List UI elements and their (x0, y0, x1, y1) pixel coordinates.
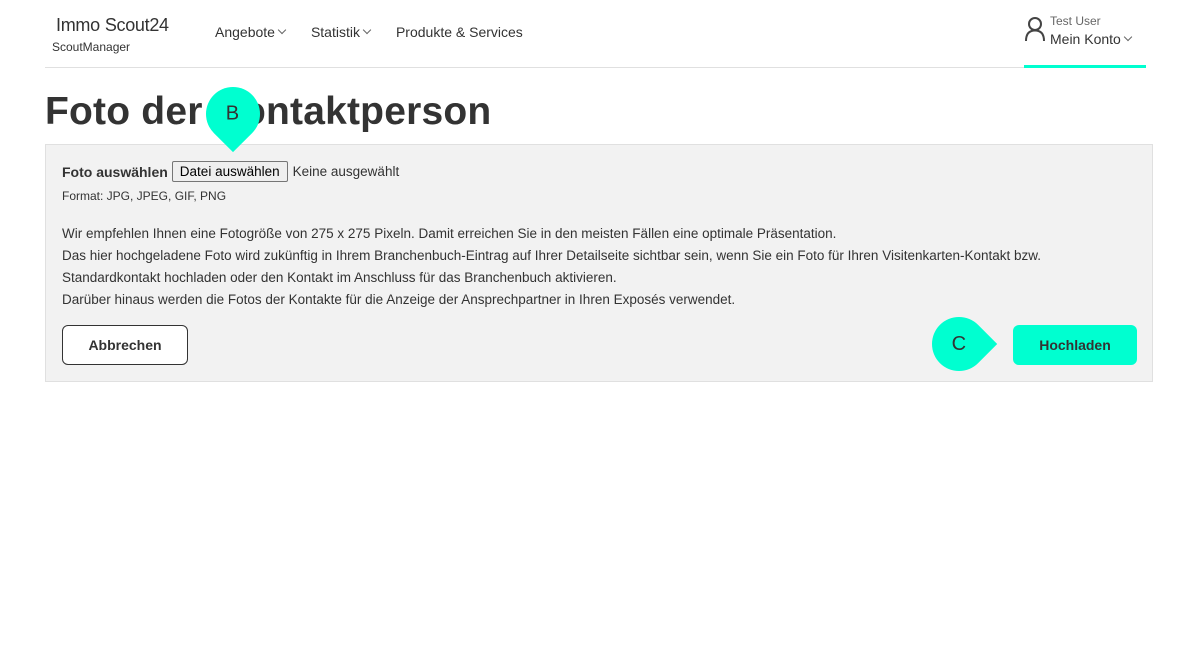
cancel-button[interactable]: Abbrechen (62, 325, 188, 365)
nav-item-angebote[interactable]: Angebote (215, 24, 287, 40)
info-text: Wir empfehlen Ihnen eine Fotogröße von 2… (62, 223, 1041, 311)
chevron-down-icon (362, 25, 372, 35)
chevron-down-icon (277, 25, 287, 35)
nav-item-label: Angebote (215, 24, 275, 40)
nav-item-statistik[interactable]: Statistik (310, 24, 372, 40)
immoscout24-logo[interactable]: Immo Scout24 ScoutManager (52, 13, 182, 57)
account-label-row: Mein Konto (1050, 31, 1133, 47)
top-header: Immo Scout24 ScoutManager Angebote Statis… (45, 0, 1146, 68)
marker-label: C (951, 332, 967, 355)
annotation-marker-b: B (194, 75, 272, 153)
info-line: Das hier hochgeladene Foto wird zukünfti… (62, 248, 1042, 263)
account-label: Mein Konto (1050, 31, 1121, 47)
logo-wordmark: Immo Scout24 (52, 13, 169, 37)
logo-subtitle: ScoutManager (52, 40, 131, 54)
account-username: Test User (1050, 14, 1101, 28)
page-title: Foto der Kontaktperson (45, 90, 492, 133)
file-picker-label: Foto auswählen (62, 163, 168, 180)
info-line: Wir empfehlen Ihnen eine Fotogröße von 2… (62, 226, 837, 241)
main-nav: Angebote Statistik Produkte & Services (215, 24, 549, 40)
upload-button[interactable]: Hochladen (1013, 325, 1137, 365)
marker-label: B (226, 102, 240, 125)
logo-scout-text: Scout24 (104, 14, 169, 35)
choose-file-button[interactable]: Datei auswählen (171, 161, 288, 182)
user-icon (1025, 17, 1045, 42)
account-menu[interactable]: Test User Mein Konto (1024, 0, 1146, 68)
nav-item-label: Statistik (310, 24, 360, 40)
logo-immo-text: Immo (52, 15, 104, 36)
format-hint: Format: JPG, JPEG, GIF, PNG (62, 189, 227, 203)
file-status-text: Keine ausgewählt (292, 164, 400, 179)
info-line: Darüber hinaus werden die Fotos der Kont… (62, 292, 736, 307)
chevron-down-icon (1123, 32, 1133, 42)
file-picker-row: Foto auswählen Datei auswählen Keine aus… (62, 161, 399, 182)
nav-item-label: Produkte & Services (395, 24, 523, 40)
info-line: Standardkontakt hochladen oder den Konta… (62, 270, 617, 285)
nav-item-produkte-services[interactable]: Produkte & Services (396, 24, 523, 40)
